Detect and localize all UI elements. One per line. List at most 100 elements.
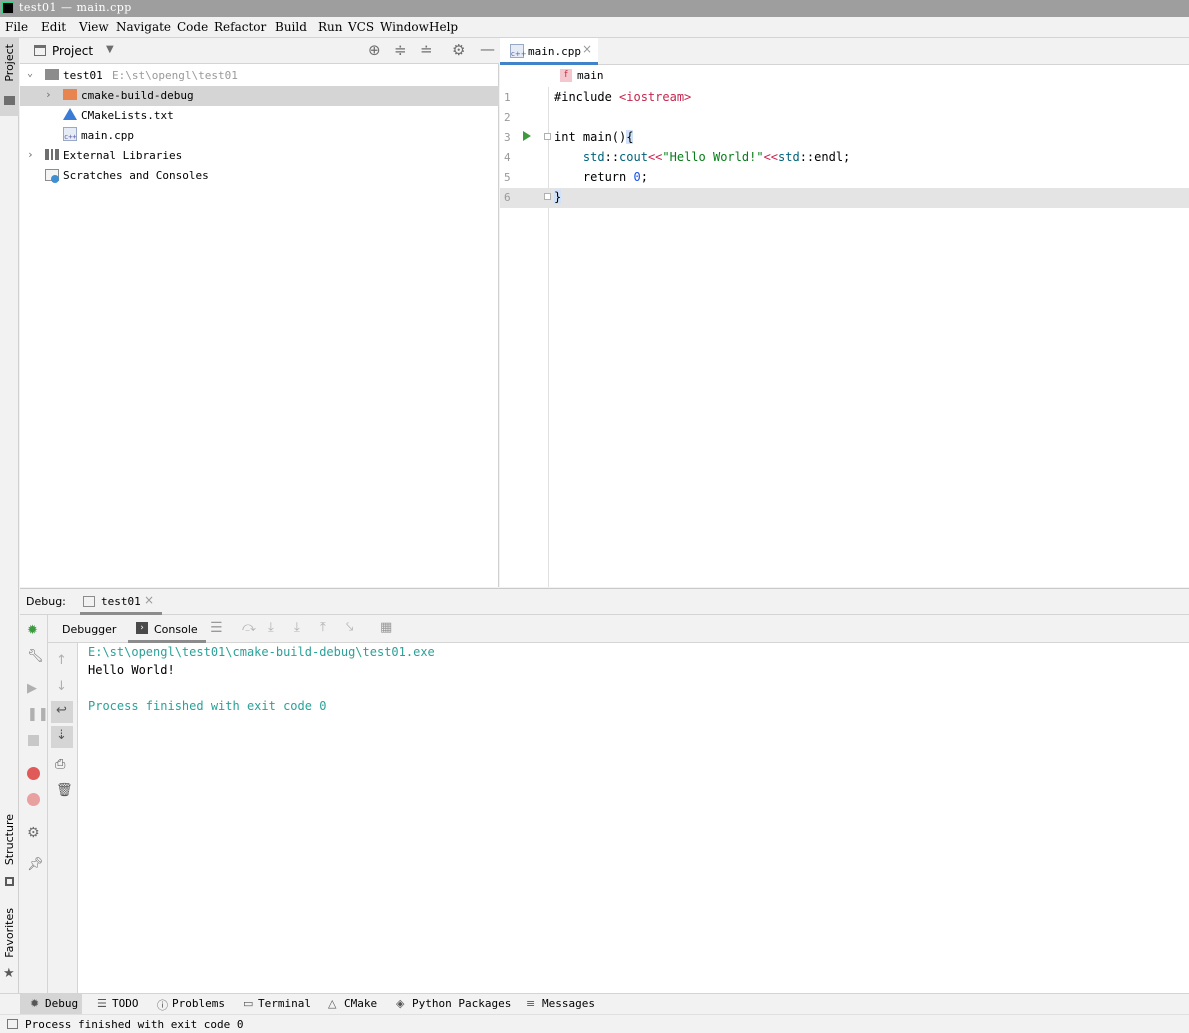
gear-icon[interactable]: ⚙ (27, 825, 41, 841)
cpp-file-icon: c++ (510, 44, 527, 58)
trash-icon[interactable]: 🗑︎ (56, 783, 73, 798)
code-line-current[interactable]: 6 } (500, 188, 1189, 208)
tree-root-name: test01 (63, 69, 103, 82)
bottom-tab-todo[interactable]: TODO (112, 997, 139, 1010)
console-line-output: Hello World! (88, 663, 175, 677)
up-arrow-icon[interactable]: ↑ (56, 653, 70, 668)
wrench-icon[interactable]: 🔧︎ (27, 649, 44, 664)
bottom-tab-problems[interactable]: Problems (172, 997, 225, 1010)
debug-side-toolbar: ✹ 🔧︎ ▶ ❚❚ ⚙ 📌︎ (20, 615, 49, 994)
project-view-label[interactable]: Project (52, 44, 93, 58)
messages-icon: ≡ (526, 997, 536, 1010)
console-line-exit: Process finished with exit code 0 (88, 699, 327, 713)
tree-item-main-cpp[interactable]: c++ main.cpp (20, 126, 499, 146)
run-to-cursor-icon[interactable]: ⤥ (346, 620, 353, 635)
tab-console-label: Console (154, 623, 198, 636)
expand-all-icon[interactable]: ≑ (394, 41, 407, 59)
fold-icon[interactable] (544, 133, 551, 140)
scroll-to-end-toggle[interactable]: ⇣ (51, 726, 73, 748)
pause-icon[interactable]: ❚❚ (27, 707, 49, 722)
debug-session-tab[interactable]: test01 × (80, 589, 162, 615)
menu-refactor[interactable]: Refactor (214, 20, 266, 34)
project-panel-header: Project ▼ ⊕ ≑ ≐ ⚙ — (20, 38, 499, 64)
tree-item-external-libraries[interactable]: › External Libraries (20, 146, 499, 166)
minimize-icon[interactable]: — (480, 40, 495, 58)
status-toggle-icon[interactable] (7, 1019, 18, 1029)
bottom-tab-cmake[interactable]: CMake (344, 997, 377, 1010)
close-icon[interactable]: × (144, 593, 154, 607)
fold-icon[interactable] (544, 193, 551, 200)
menu-window[interactable]: Window (380, 20, 429, 34)
evaluate-icon[interactable]: ▦ (380, 620, 392, 635)
bottom-tab-python-packages[interactable]: Python Packages (412, 997, 511, 1010)
soft-wrap-toggle[interactable]: ↩ (51, 701, 73, 723)
print-icon[interactable]: ⎙ (55, 757, 69, 772)
locate-icon[interactable]: ⊕ (368, 41, 381, 59)
structure-icon (5, 877, 14, 886)
step-out-icon[interactable]: ⤒ (320, 620, 326, 635)
resume-icon[interactable]: ▶ (27, 681, 41, 696)
run-gutter-icon[interactable] (523, 131, 531, 141)
debug-tab-bar: Debugger › Console ☰ ⤼ ⤓ ⤓ ⤒ ⤥ ▦ (20, 615, 1189, 643)
view-breakpoints-icon[interactable] (27, 767, 40, 780)
layout-icon[interactable]: ☰ (210, 620, 223, 636)
window-title: test01 — main.cpp (19, 1, 132, 14)
line-number: 1 (504, 91, 511, 104)
status-bar: Process finished with exit code 0 (0, 1014, 1189, 1033)
menu-help[interactable]: Help (429, 20, 458, 34)
line-number: 2 (504, 111, 511, 124)
code-line[interactable]: 3 int main(){ (500, 128, 1189, 148)
bug-icon[interactable]: ✹ (27, 623, 41, 638)
code-line[interactable]: 5 return 0; (500, 168, 1189, 188)
force-step-into-icon[interactable]: ⤓ (294, 620, 300, 635)
menu-view[interactable]: View (79, 20, 109, 34)
code-line[interactable]: 4 std::cout<<"Hello World!"<<std::endl; (500, 148, 1189, 168)
breadcrumb-function[interactable]: main (577, 69, 604, 82)
project-tool-tab[interactable]: Project (0, 38, 19, 116)
code-line[interactable]: 2 (500, 108, 1189, 128)
menu-build[interactable]: Build (275, 20, 307, 34)
folder-icon (4, 96, 15, 105)
menu-file[interactable]: File (5, 20, 28, 34)
menu-edit[interactable]: Edit (41, 20, 66, 34)
stop-icon[interactable] (28, 735, 39, 746)
tree-item-cmakelists[interactable]: CMakeLists.txt (20, 106, 499, 126)
chevron-right-icon[interactable]: › (45, 88, 52, 101)
cpp-file-icon: c++ (63, 127, 77, 141)
menu-navigate[interactable]: Navigate (116, 20, 171, 34)
code-text: } (554, 190, 562, 204)
editor-tab-main-cpp[interactable]: c++ main.cpp × (500, 38, 598, 65)
menu-code[interactable]: Code (177, 20, 208, 34)
line-number: 3 (504, 131, 511, 144)
info-badge-icon (51, 175, 59, 183)
tree-root-test01[interactable]: ⌄ test01 E:\st\opengl\test01 (20, 66, 499, 86)
close-icon[interactable]: × (582, 42, 592, 56)
bottom-tab-label: Debug (45, 997, 79, 1010)
tree-item-scratches[interactable]: Scratches and Consoles (20, 166, 499, 186)
mute-breakpoints-icon[interactable] (27, 793, 40, 806)
tree-item-label: External Libraries (63, 149, 183, 162)
tree-item-cmake-build-debug[interactable]: › cmake-build-debug (20, 86, 499, 106)
favorites-tool-tab[interactable]: Favorites ★ (0, 908, 19, 984)
problems-icon: ⓘ (157, 999, 168, 1012)
collapse-all-icon[interactable]: ≐ (420, 41, 433, 59)
chevron-down-icon[interactable]: ▼ (106, 44, 114, 55)
editor-tab-label: main.cpp (528, 45, 581, 58)
code-line[interactable]: 1 #include <iostream> (500, 88, 1189, 108)
gear-icon[interactable]: ⚙ (452, 41, 465, 59)
pin-icon[interactable]: 📌︎ (27, 857, 44, 872)
step-over-icon[interactable]: ⤼ (242, 620, 256, 635)
menu-run[interactable]: Run (318, 20, 343, 34)
menu-vcs[interactable]: VCS (348, 20, 374, 34)
down-arrow-icon[interactable]: ↓ (56, 679, 70, 694)
chevron-down-icon[interactable]: ⌄ (27, 68, 33, 79)
tab-debugger[interactable]: Debugger (62, 623, 116, 636)
chevron-right-icon[interactable]: › (27, 148, 34, 161)
tab-console[interactable]: › Console (128, 615, 206, 643)
bottom-tab-messages[interactable]: Messages (542, 997, 595, 1010)
structure-tool-tab[interactable]: Structure (0, 814, 19, 890)
project-panel: Project ▼ ⊕ ≑ ≐ ⚙ — ⌄ test01 E:\st\openg… (20, 38, 499, 587)
bottom-tab-debug[interactable]: ✹ Debug (20, 994, 82, 1014)
bottom-tab-terminal[interactable]: Terminal (258, 997, 311, 1010)
step-into-icon[interactable]: ⤓ (268, 620, 274, 635)
